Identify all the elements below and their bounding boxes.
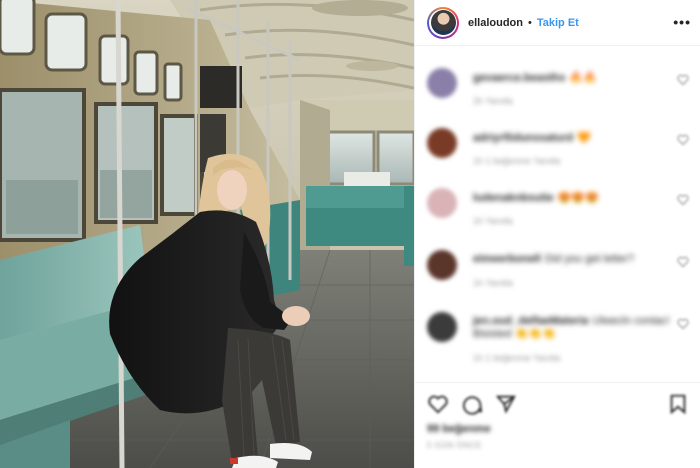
comment-heart-icon[interactable] bbox=[677, 74, 689, 86]
comment-item: gevaerce.beasths 🔥🔥 2h Yanıtla bbox=[415, 62, 700, 120]
comment-heart-icon[interactable] bbox=[677, 318, 689, 330]
comment-text: 🔥🔥 bbox=[569, 72, 597, 84]
post-sidebar: ellaloudon • Takip Et ••• gevaerce.beast… bbox=[414, 0, 700, 468]
heart-icon[interactable] bbox=[427, 393, 449, 415]
avatar[interactable] bbox=[427, 6, 459, 39]
comment-username-text[interactable]: jen.oud_delfaeMateria bbox=[473, 315, 589, 327]
comment-username[interactable]: adriyrfiidunssaturd 🧡 bbox=[473, 131, 591, 144]
comment-icon[interactable] bbox=[461, 393, 483, 415]
comment-avatar[interactable] bbox=[427, 68, 457, 98]
comment-heart-icon[interactable] bbox=[677, 194, 689, 206]
post-header: ellaloudon • Takip Et ••• bbox=[415, 0, 700, 46]
comment-list: gevaerce.beasths 🔥🔥 2h Yanıtla adriyrfiid… bbox=[415, 48, 700, 382]
comment-avatar[interactable] bbox=[427, 188, 457, 218]
comment-avatar[interactable] bbox=[427, 312, 457, 342]
comment-username[interactable]: eimeerbonell Did you get letter? bbox=[473, 253, 634, 265]
avatar-inner bbox=[429, 8, 457, 37]
comment-avatar[interactable] bbox=[427, 250, 457, 280]
share-icon[interactable] bbox=[495, 393, 517, 415]
comment-item: jen.oud_delfaeMateria Ulwecln contac! Bis… bbox=[415, 306, 700, 376]
follow-button[interactable]: Takip Et bbox=[537, 17, 579, 29]
comment-item: eimeerbonell Did you get letter? 1h Yanıt… bbox=[415, 244, 700, 302]
post-photo[interactable] bbox=[0, 0, 414, 468]
comment-meta[interactable]: 1h Yanıtla bbox=[473, 216, 513, 226]
comment-text: 🧡 bbox=[577, 132, 591, 144]
comment-text: 😍😍😍 bbox=[557, 192, 599, 204]
comment-meta[interactable]: 2h Yanıtla bbox=[473, 96, 513, 106]
comment-avatar[interactable] bbox=[427, 128, 457, 158]
likes-count[interactable]: 99 beğenme bbox=[427, 423, 491, 435]
comment-text-continued: Bisisted 👏👏👏 bbox=[473, 328, 556, 340]
username-link[interactable]: ellaloudon bbox=[468, 17, 523, 29]
action-bar: 99 beğenme 5 GÜN ÖNCE bbox=[415, 382, 700, 468]
header-separator: • bbox=[528, 16, 532, 29]
more-options-icon[interactable]: ••• bbox=[673, 14, 691, 30]
comment-username-text[interactable]: ludenaknbsutie bbox=[473, 192, 554, 204]
instagram-post: ellaloudon • Takip Et ••• gevaerce.beast… bbox=[0, 0, 700, 468]
comment-username[interactable]: jen.oud_delfaeMateria Ulwecln contac! bbox=[473, 315, 670, 327]
comment-meta[interactable]: 1h 1 beğenme Yanıtla bbox=[473, 156, 560, 166]
bookmark-icon[interactable] bbox=[667, 393, 689, 415]
comment-item: adriyrfiidunssaturd 🧡 1h 1 beğenme Yanıtl… bbox=[415, 122, 700, 180]
comment-username-text[interactable]: eimeerbonell bbox=[473, 253, 541, 265]
comment-username[interactable]: ludenaknbsutie 😍😍😍 bbox=[473, 191, 599, 204]
comment-heart-icon[interactable] bbox=[677, 256, 689, 268]
comment-username-text[interactable]: adriyrfiidunssaturd bbox=[473, 132, 573, 144]
post-date: 5 GÜN ÖNCE bbox=[427, 441, 482, 450]
avatar-image bbox=[430, 10, 456, 35]
comment-username-text[interactable]: gevaerce.beasths bbox=[473, 72, 565, 84]
comment-text: Ulwecln contac! bbox=[592, 315, 670, 327]
comment-text: Did you get letter? bbox=[544, 253, 635, 265]
comment-username[interactable]: gevaerce.beasths 🔥🔥 bbox=[473, 71, 597, 84]
comment-meta[interactable]: 1h Yanıtla bbox=[473, 278, 513, 288]
comment-meta[interactable]: 1h 1 beğenme Yanıtla bbox=[473, 353, 560, 363]
comment-heart-icon[interactable] bbox=[677, 134, 689, 146]
comment-item: ludenaknbsutie 😍😍😍 1h Yanıtla bbox=[415, 182, 700, 240]
